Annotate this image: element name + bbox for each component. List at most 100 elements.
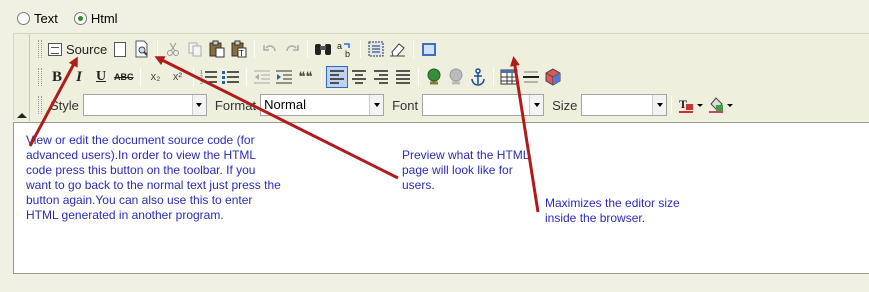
size-combo[interactable] (581, 94, 668, 116)
background-color-icon (709, 97, 734, 113)
subscript-button[interactable]: x₂ (145, 66, 167, 88)
indent-button[interactable] (273, 66, 295, 88)
superscript-button[interactable]: x² (167, 66, 189, 88)
align-left-button[interactable] (325, 66, 348, 88)
blockquote-button[interactable]: ❝❝ (295, 66, 317, 88)
toolbar-row-1: Source T a b (36, 36, 440, 62)
table-icon (500, 69, 517, 85)
find-icon (315, 44, 332, 55)
unlink-button[interactable] (445, 66, 467, 88)
table-button[interactable] (498, 66, 520, 88)
svg-text:a: a (337, 41, 342, 51)
strikethrough-button[interactable]: ABC (112, 66, 136, 88)
find-button[interactable] (312, 38, 334, 60)
preview-icon (135, 40, 148, 58)
unordered-list-icon (221, 71, 239, 84)
size-label: Size (552, 97, 578, 113)
redo-icon (286, 45, 299, 52)
toolbar-grip[interactable] (38, 96, 42, 114)
replace-button[interactable]: a b (334, 38, 356, 60)
align-right-button[interactable] (370, 66, 392, 88)
toolbar-separator (157, 40, 159, 58)
align-center-button[interactable] (348, 66, 370, 88)
justify-icon (395, 70, 410, 84)
select-all-button[interactable] (365, 38, 387, 60)
mode-html-label: Html (90, 10, 118, 26)
cut-button[interactable] (162, 38, 184, 60)
new-page-icon (114, 41, 127, 57)
text-color-icon: T (679, 97, 704, 113)
maximize-button[interactable] (418, 38, 440, 60)
style-dropdown-icon[interactable] (191, 95, 206, 115)
toolbar-separator (413, 40, 415, 58)
italic-button[interactable]: I (68, 66, 90, 88)
special-char-button[interactable] (542, 66, 564, 88)
svg-text:3: 3 (200, 80, 203, 85)
outdent-button[interactable] (251, 66, 273, 88)
toolbar-collapse-button[interactable] (14, 34, 30, 121)
paste-icon (209, 40, 225, 58)
collapse-triangle-icon (17, 113, 27, 118)
format-dropdown-icon[interactable] (369, 95, 384, 115)
toolbar-grip[interactable] (38, 68, 42, 86)
font-label: Font (392, 97, 419, 113)
unordered-list-button[interactable] (220, 66, 242, 88)
toolbar-separator (360, 40, 362, 58)
format-combo-value: Normal (264, 97, 306, 112)
link-icon (427, 68, 440, 85)
font-combo-value (423, 95, 529, 115)
preview-button[interactable] (131, 38, 153, 60)
new-page-button[interactable] (109, 38, 131, 60)
font-dropdown-icon[interactable] (529, 95, 544, 115)
toolbar-row-2: B I U ABC x₂ x² 1 2 3 ❝❝ (36, 64, 564, 90)
anchor-button[interactable] (467, 66, 489, 88)
font-combo[interactable] (422, 94, 545, 116)
background-color-button[interactable] (706, 94, 736, 116)
mode-text-label: Text (34, 10, 58, 26)
mode-html-option[interactable]: Html (73, 10, 118, 26)
maximize-icon (422, 42, 437, 56)
outdent-icon (253, 70, 270, 84)
cut-icon (167, 42, 180, 56)
text-color-button[interactable]: T (676, 94, 706, 116)
mode-selector: Text Html (17, 9, 134, 27)
horizontal-rule-button[interactable] (520, 66, 542, 88)
copy-button[interactable] (184, 38, 206, 60)
mode-text-option[interactable]: Text (17, 11, 58, 26)
toolbar-separator (254, 40, 256, 58)
source-button[interactable]: Source (46, 38, 109, 60)
bold-button[interactable]: B (46, 66, 68, 88)
toolbar-separator (417, 68, 419, 86)
redo-button[interactable] (281, 38, 303, 60)
toolbar-separator (245, 68, 247, 86)
ordered-list-button[interactable]: 1 2 3 (198, 66, 220, 88)
editor-toolbar: Source T a b B I U ABC x₂ x² 1 2 3 ❝❝ St… (13, 33, 869, 121)
bottom-strip (0, 274, 869, 292)
preview-annotation: Preview what the HTML page will look lik… (402, 148, 529, 192)
paste-button[interactable] (206, 38, 228, 60)
source-annotation: View or edit the document source code (f… (26, 133, 281, 222)
style-combo-value (84, 95, 192, 115)
justify-button[interactable] (392, 66, 414, 88)
underline-button[interactable]: U (90, 66, 112, 88)
maximize-annotation: Maximizes the editor size inside the bro… (545, 196, 680, 225)
style-combo[interactable] (82, 94, 207, 116)
mode-text-radio[interactable] (17, 11, 30, 25)
remove-format-button[interactable] (387, 38, 409, 60)
mode-html-radio[interactable] (73, 11, 87, 25)
align-right-icon (373, 70, 388, 84)
toolbar-separator (492, 68, 494, 86)
size-dropdown-icon[interactable] (652, 95, 667, 115)
undo-button[interactable] (259, 38, 281, 60)
toolbar-grip[interactable] (38, 40, 42, 58)
ordered-list-icon: 1 2 3 (200, 70, 217, 85)
svg-text:T: T (239, 49, 244, 58)
svg-text:T: T (679, 97, 687, 111)
svg-text:b: b (345, 49, 350, 58)
paste-text-button[interactable]: T (228, 38, 250, 60)
format-combo[interactable]: Normal (260, 94, 385, 116)
link-button[interactable] (423, 66, 445, 88)
toolbar-row-3: Style Format Normal Font Size T (36, 92, 736, 118)
source-button-label: Source (66, 41, 108, 57)
anchor-icon (470, 68, 485, 86)
